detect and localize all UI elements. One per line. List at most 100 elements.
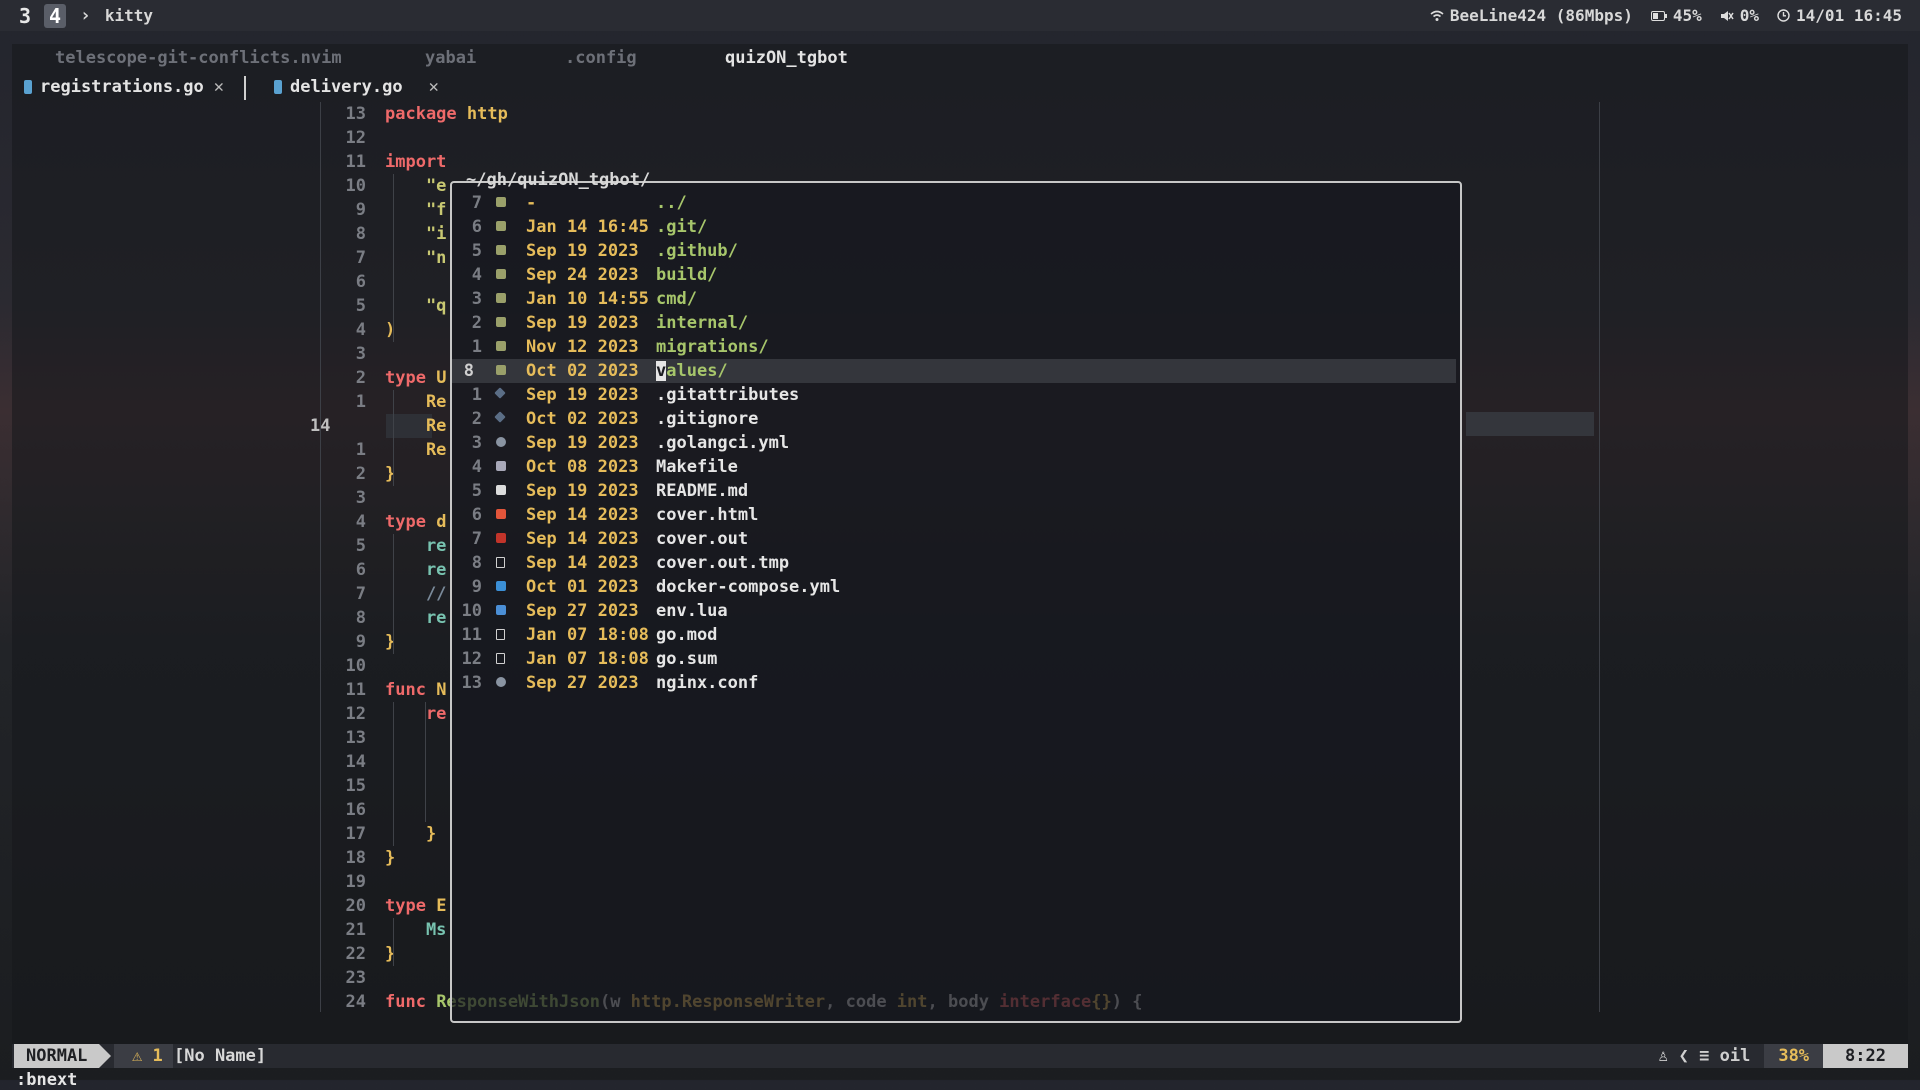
line-number: 12 xyxy=(345,704,366,724)
buffer-name: registrations.go xyxy=(40,77,204,97)
buffer-registrations[interactable]: registrations.go ✕ xyxy=(24,77,224,97)
markdown-icon xyxy=(496,485,506,495)
oil-directory-entry[interactable]: 7 - ../ xyxy=(452,191,1456,215)
entry-name: ../ xyxy=(656,193,687,213)
line-number: 20 xyxy=(345,896,366,916)
clock[interactable]: 14/01 16:45 xyxy=(1777,6,1902,25)
relative-line-number: 4 xyxy=(471,265,482,285)
oil-directory-entry[interactable]: 1 Nov 12 2023 migrations/ xyxy=(452,335,1456,359)
workspace-3[interactable]: 3 xyxy=(14,4,36,28)
tab-telescope-git-conflicts[interactable]: telescope-git-conflicts.nvim xyxy=(55,48,342,68)
battery-status[interactable]: 45% xyxy=(1650,6,1702,25)
oil-file-entry[interactable]: 13 Sep 27 2023 nginx.conf xyxy=(452,671,1456,695)
oil-file-entry[interactable]: 7 Sep 14 2023 cover.out xyxy=(452,527,1456,551)
go-file-icon xyxy=(24,80,32,94)
line-number: 2 xyxy=(355,464,366,484)
oil-file-entry[interactable]: 3 Sep 19 2023 .golangci.yml xyxy=(452,431,1456,455)
oil-file-entry[interactable]: 12 Jan 07 18:08 go.sum xyxy=(452,647,1456,671)
window-divider-right xyxy=(1599,102,1600,1012)
clock-label: 14/01 16:45 xyxy=(1796,6,1902,25)
code-line: Ms xyxy=(385,920,447,940)
folder-icon xyxy=(496,341,506,351)
terminal-window: telescope-git-conflicts.nvim yabai .conf… xyxy=(12,44,1908,1090)
modified-date: Sep 19 2023 xyxy=(526,433,639,453)
oil-directory-entry[interactable]: 6 Jan 14 16:45 .git/ xyxy=(452,215,1456,239)
close-icon[interactable]: ✕ xyxy=(214,77,224,97)
battery-label: 45% xyxy=(1672,6,1702,25)
tab-quizon-tgbot[interactable]: quizON_tgbot xyxy=(725,48,848,68)
html-icon xyxy=(496,509,506,519)
entry-name: env.lua xyxy=(656,601,728,621)
diagnostics-warning[interactable]: ⚠ 1 xyxy=(114,1044,173,1068)
git-icon xyxy=(494,411,506,423)
oil-file-browser[interactable]: 7 - ../ 6 Jan 14 16:45 .git/5 Sep 19 2023 .gith… xyxy=(450,181,1462,1023)
folder-icon xyxy=(496,197,506,207)
line-number: 23 xyxy=(345,968,366,988)
oil-directory-entry[interactable]: 3 Jan 10 14:55 cmd/ xyxy=(452,287,1456,311)
line-number: 10 xyxy=(345,656,366,676)
command-line[interactable]: :bnext xyxy=(16,1070,77,1090)
line-number: 9 xyxy=(355,632,366,652)
relative-line-number: 9 xyxy=(471,577,482,597)
line-number: 7 xyxy=(355,248,366,268)
line-number: 1 xyxy=(355,440,366,460)
folder-icon xyxy=(496,317,506,327)
oil-file-entry[interactable]: 2 Oct 02 2023 .gitignore xyxy=(452,407,1456,431)
gear-icon xyxy=(496,677,506,687)
code-line: package http xyxy=(385,104,508,124)
oil-file-entry[interactable]: 1 Sep 19 2023 .gitattributes xyxy=(452,383,1456,407)
wifi-status[interactable]: BeeLine424 (86Mbps) xyxy=(1430,6,1633,25)
line-number: 11 xyxy=(345,680,366,700)
oil-file-entry[interactable]: 8 Sep 14 2023 cover.out.tmp xyxy=(452,551,1456,575)
docker-icon xyxy=(496,581,506,591)
code-line: re xyxy=(385,560,447,580)
volume-status[interactable]: 0% xyxy=(1720,6,1759,25)
oil-file-entry[interactable]: 11 Jan 07 18:08 go.mod xyxy=(452,623,1456,647)
relative-line-number: 4 xyxy=(471,457,482,477)
entry-name: README.md xyxy=(656,481,749,501)
makefile-icon xyxy=(496,461,506,471)
oil-path-title: ~/gh/quizON_tgbot/ xyxy=(466,170,651,190)
entry-name: cover.out xyxy=(656,529,749,549)
cursorline-right xyxy=(1466,412,1594,436)
buffer-delivery[interactable]: delivery.go ✕ xyxy=(274,77,439,97)
buffer-name: delivery.go xyxy=(290,77,403,97)
relative-line-number: 8 xyxy=(471,553,482,573)
modified-date: Sep 19 2023 xyxy=(526,241,639,261)
line-number: 8 xyxy=(355,224,366,244)
oil-file-entry[interactable]: 4 Oct 08 2023 Makefile xyxy=(452,455,1456,479)
line-number: 15 xyxy=(345,776,366,796)
indent-guide xyxy=(393,534,394,654)
line-number: 10 xyxy=(345,176,366,196)
oil-file-entry[interactable]: 9 Oct 01 2023 docker-compose.yml xyxy=(452,575,1456,599)
workspace-4[interactable]: 4 xyxy=(44,3,66,28)
oil-directory-entry[interactable]: 2 Sep 19 2023 internal/ xyxy=(452,311,1456,335)
modified-date: Sep 19 2023 xyxy=(526,313,639,333)
modified-date: Jan 07 18:08 xyxy=(526,649,649,669)
oil-directory-entry[interactable]: 8 Oct 02 2023 values/ xyxy=(452,359,1456,383)
oil-file-entry[interactable]: 5 Sep 19 2023 README.md xyxy=(452,479,1456,503)
oil-directory-entry[interactable]: 5 Sep 19 2023 .github/ xyxy=(452,239,1456,263)
entry-name: cover.html xyxy=(656,505,759,525)
relative-line-number: 10 xyxy=(461,601,482,621)
oil-directory-entry[interactable]: 4 Sep 24 2023 build/ xyxy=(452,263,1456,287)
code-line: import xyxy=(385,152,447,172)
line-number: 7 xyxy=(355,584,366,604)
line-number: 5 xyxy=(355,536,366,556)
indent-guide xyxy=(393,390,394,486)
code-line: type U xyxy=(385,368,447,388)
cursor-position: 8:22 xyxy=(1823,1044,1908,1068)
line-number: 13 xyxy=(345,104,366,124)
modified-date: Sep 19 2023 xyxy=(526,385,639,405)
menu-bar: 3 4 › kitty BeeLine424 (86Mbps) 45% 0% 1… xyxy=(0,0,1920,31)
line-number: 4 xyxy=(355,512,366,532)
oil-file-entry[interactable]: 10 Sep 27 2023 env.lua xyxy=(452,599,1456,623)
relative-line-number: 13 xyxy=(461,673,482,693)
tab-config[interactable]: .config xyxy=(565,48,637,68)
tab-yabai[interactable]: yabai xyxy=(425,48,476,68)
close-icon[interactable]: ✕ xyxy=(429,77,439,97)
code-line: "n xyxy=(385,248,447,268)
entry-name: migrations/ xyxy=(656,337,769,357)
folder-icon xyxy=(496,365,506,375)
oil-file-entry[interactable]: 6 Sep 14 2023 cover.html xyxy=(452,503,1456,527)
